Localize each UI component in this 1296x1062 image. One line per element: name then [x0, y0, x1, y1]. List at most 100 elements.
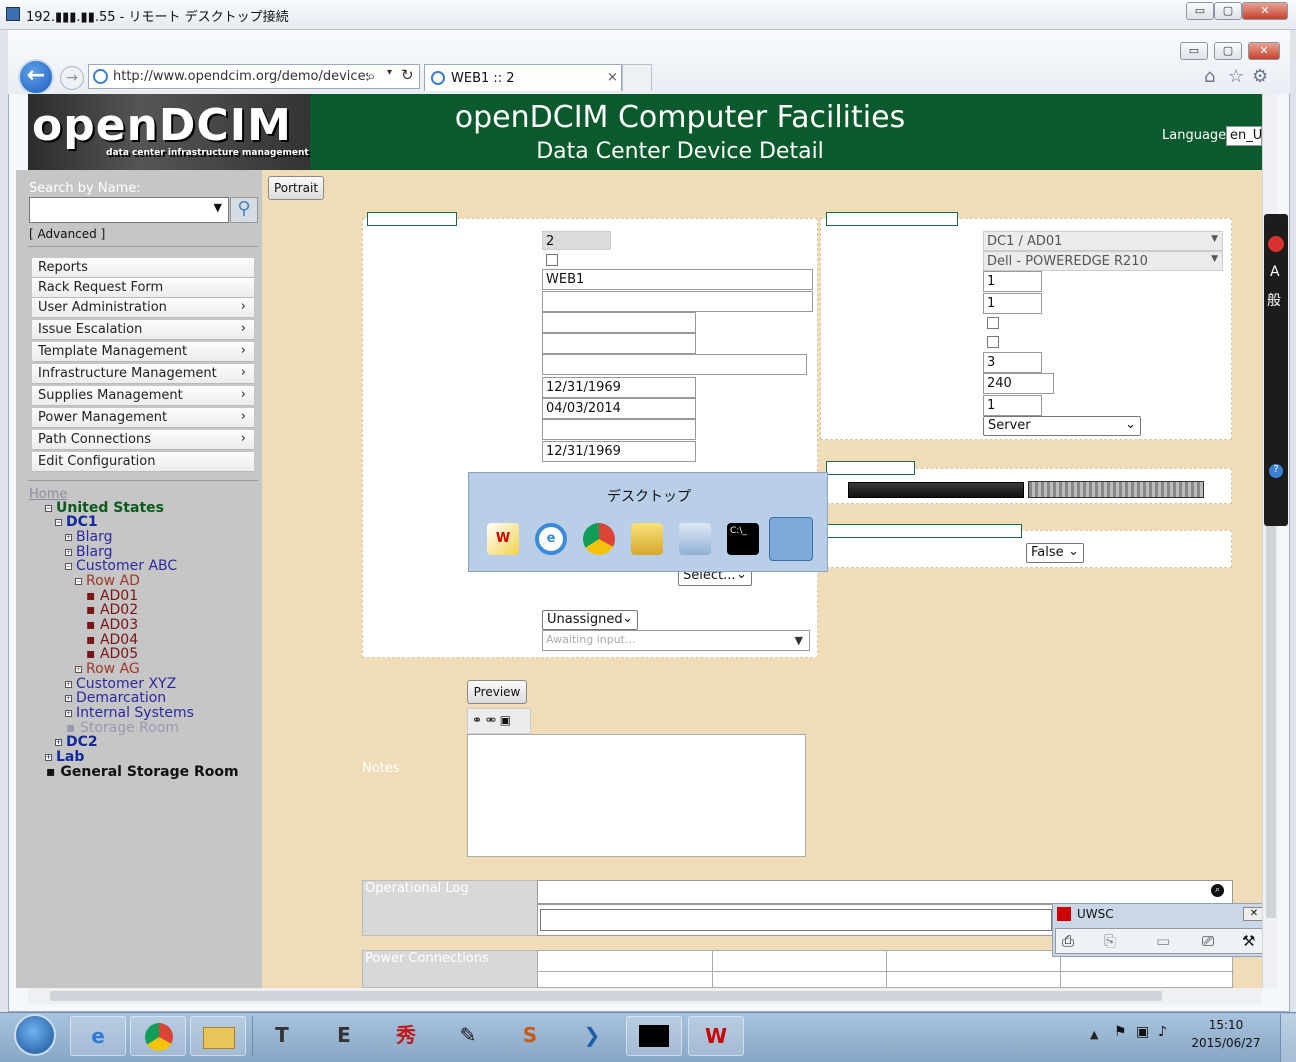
gear-icon[interactable]: ⚙	[1252, 66, 1268, 87]
back-side-checkbox[interactable]	[987, 336, 999, 348]
collapse-icon[interactable]: −	[75, 578, 82, 585]
camera-icon[interactable]: ⎚	[1202, 932, 1214, 950]
operational-log-input[interactable]	[540, 909, 1052, 931]
taskbar-sublime-icon[interactable]: S	[502, 1016, 558, 1056]
new-tab-button[interactable]	[622, 64, 652, 91]
ime-mode-icon[interactable]	[1268, 236, 1284, 252]
warranty-co-field[interactable]	[542, 419, 696, 440]
menu-item[interactable]: Path Connections ›	[32, 430, 254, 450]
menu-item[interactable]: Template Management ›	[32, 342, 254, 362]
copy-script-icon[interactable]: ⎘	[1104, 932, 1116, 950]
rdp-minimize-button[interactable]: ▭	[1186, 2, 1214, 20]
half-depth-checkbox[interactable]	[987, 317, 999, 329]
tray-flag-icon[interactable]: ⚑	[1114, 1024, 1127, 1040]
uwsc-icon[interactable]: W	[487, 523, 519, 555]
chrome-icon[interactable]	[583, 523, 615, 555]
position-field[interactable]: 1	[983, 293, 1042, 314]
record-script-icon[interactable]: ⎙	[1062, 932, 1074, 950]
menu-item[interactable]: Supplies Management ›	[32, 386, 254, 406]
ime-input-icon[interactable]: A	[1270, 264, 1280, 280]
dropdown-arrow-icon[interactable]: ▾	[387, 67, 392, 78]
awaiting-input-combobox[interactable]: Awaiting input... ▼	[542, 630, 810, 651]
show-desktop-icon[interactable]	[769, 517, 813, 561]
nominal-watts-field[interactable]: 240	[983, 373, 1054, 394]
ie-maximize-button[interactable]: ▢	[1214, 42, 1242, 60]
hostname-field[interactable]	[542, 354, 807, 375]
taskbar-editor-t-icon[interactable]: T	[254, 1016, 310, 1056]
cmd-icon[interactable]: C:\_	[727, 523, 759, 555]
menu-item[interactable]: Rack Request Form	[32, 278, 254, 298]
rdp-close-button[interactable]: ✕	[1242, 2, 1288, 20]
device-type-select[interactable]: Server ⌄	[983, 416, 1141, 436]
install-date-field[interactable]: 12/31/1969	[542, 377, 696, 398]
expand-icon[interactable]: +	[65, 695, 72, 702]
ports-field[interactable]: 3	[983, 352, 1042, 373]
tray-expand-icon[interactable]: ▲	[1090, 1028, 1098, 1041]
portrait-button[interactable]: Portrait	[268, 176, 324, 200]
forward-button[interactable]: →	[60, 66, 84, 90]
tree-cabinet-ad05[interactable]: ▪ AD05	[86, 646, 138, 662]
expand-icon[interactable]: +	[65, 549, 72, 556]
model-select[interactable]: Dell - POWEREDGE R210 ▼	[983, 251, 1223, 271]
collapse-icon[interactable]: −	[55, 519, 62, 526]
expand-icon[interactable]: +	[45, 754, 52, 761]
menu-item[interactable]: Issue Escalation ›	[32, 320, 254, 340]
tree-general-storage-room[interactable]: ▪ General Storage Room	[46, 764, 239, 780]
menu-item[interactable]: Edit Configuration	[32, 452, 254, 472]
ime-general-icon[interactable]: 般	[1267, 290, 1281, 310]
taskbar-powershell-icon[interactable]: ❯	[564, 1016, 620, 1056]
language-select[interactable]: en_U	[1226, 126, 1262, 146]
ie-minimize-button[interactable]: ▭	[1180, 42, 1208, 60]
power-supplies-field[interactable]: 1	[983, 395, 1042, 416]
asset-tag-field[interactable]	[542, 312, 696, 333]
menu-item[interactable]: Reports	[32, 258, 254, 278]
scrollbar-thumb[interactable]	[50, 991, 1162, 1001]
ime-language-bar[interactable]: A 般 ?	[1264, 214, 1288, 526]
tree-demarcation[interactable]: + Demarcation	[65, 690, 166, 706]
collapse-icon[interactable]: −	[65, 563, 72, 570]
tree-dc2[interactable]: + DC2	[55, 734, 98, 750]
clock-date[interactable]: 2015/06/27	[1186, 1036, 1266, 1050]
tree-cabinet-ad02[interactable]: ▪ AD02	[86, 602, 138, 618]
taskbar-cmd-icon[interactable]	[626, 1016, 682, 1056]
tray-network-icon[interactable]: ▣	[1136, 1024, 1149, 1040]
assign-select[interactable]: Unassigned ⌄	[542, 610, 638, 630]
search-button[interactable]: ⚲	[230, 197, 258, 223]
tree-customer-abc[interactable]: − Customer ABC	[65, 558, 177, 574]
tree-row-ad[interactable]: − Row AD	[75, 573, 140, 589]
advanced-search-link[interactable]: [ Advanced ]	[29, 227, 105, 241]
notes-textarea[interactable]	[467, 734, 806, 857]
preview-button[interactable]: Preview	[467, 680, 527, 704]
home-icon[interactable]: ⌂	[1204, 66, 1215, 87]
search-icon[interactable]: ⌕	[1211, 884, 1224, 897]
show-desktop-button[interactable]	[1280, 1014, 1296, 1062]
expand-icon[interactable]: +	[55, 739, 62, 746]
taskbar-notepad-icon[interactable]: ✎	[440, 1016, 496, 1056]
taskbar-editor-e-icon[interactable]: E	[316, 1016, 372, 1056]
tab-close-icon[interactable]: ×	[607, 70, 618, 85]
horizontal-scrollbar[interactable]	[28, 988, 1262, 1004]
tree-blarg[interactable]: + Blarg	[65, 529, 112, 545]
taskbar-uwsc-icon[interactable]: W	[688, 1016, 744, 1056]
start-button[interactable]	[14, 1014, 56, 1056]
search-dropdown-icon[interactable]: ▼	[214, 201, 222, 214]
rdp-maximize-button[interactable]: ▢	[1214, 2, 1242, 20]
address-bar[interactable]: http://www.opendcim.org/demo/devices.pl …	[88, 64, 420, 89]
primary-ip-field[interactable]	[542, 333, 696, 354]
opendcim-logo[interactable]: openDCIM data center infrastructure mana…	[28, 94, 310, 170]
expand-icon[interactable]: +	[65, 534, 72, 541]
expand-icon[interactable]: +	[65, 710, 72, 717]
false-select[interactable]: False ⌄	[1026, 543, 1084, 563]
computer-icon[interactable]	[679, 523, 711, 555]
audit-date-field[interactable]: 12/31/1969	[542, 441, 696, 462]
tray-volume-icon[interactable]: ♪	[1158, 1024, 1167, 1040]
expand-icon[interactable]: +	[65, 681, 72, 688]
unlink-icon[interactable]: ⚮	[486, 713, 496, 727]
search-input[interactable]: ▼	[29, 197, 229, 223]
link-icon[interactable]: ⚭	[472, 713, 482, 727]
clock-time[interactable]: 15:10	[1186, 1018, 1266, 1032]
height-field[interactable]: 1	[983, 271, 1042, 292]
cabinet-select[interactable]: DC1 / AD01 ▼	[983, 231, 1223, 251]
taskbar-explorer-icon[interactable]	[190, 1016, 246, 1056]
image-icon[interactable]: ▣	[500, 713, 511, 727]
